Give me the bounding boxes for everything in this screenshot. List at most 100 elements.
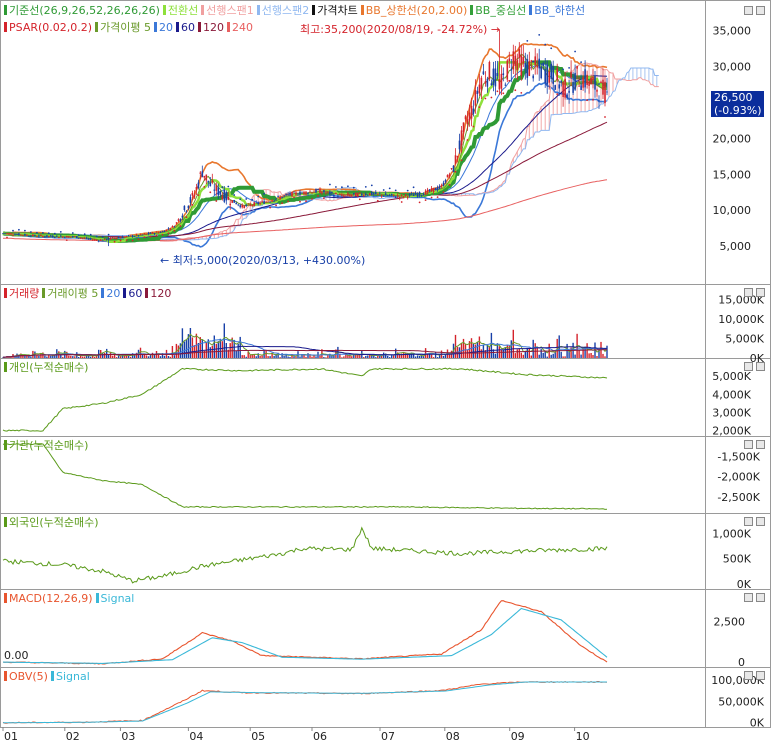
volume-bar <box>424 348 427 358</box>
psar-dot <box>149 235 152 238</box>
panel-maximize-button[interactable] <box>744 6 753 15</box>
candle-body <box>219 191 222 195</box>
candle-body <box>76 236 78 238</box>
candle-body <box>239 205 241 208</box>
chart-canvas[interactable]: 5,00010,00015,00020,00025,00030,00035,00… <box>0 0 771 745</box>
candle-body <box>456 155 459 158</box>
psar-dot <box>508 79 511 82</box>
candle-body <box>207 180 210 183</box>
psar-dot <box>592 99 594 101</box>
volume-bar <box>409 354 411 358</box>
volume-bar <box>323 357 325 358</box>
individual-maximize-button[interactable] <box>744 362 753 371</box>
obv-line <box>2 680 608 724</box>
psar-dot <box>490 96 493 99</box>
foreign-maximize-button[interactable] <box>744 517 753 526</box>
candle-body <box>34 234 36 236</box>
candle-body <box>309 191 311 193</box>
candle-body <box>363 195 365 197</box>
obv-close-button[interactable] <box>756 671 765 680</box>
candle-body <box>359 192 361 194</box>
candle-body <box>311 192 313 194</box>
candle-body <box>355 192 357 197</box>
candle-body <box>542 63 544 66</box>
psar-dot <box>418 201 421 204</box>
psar-dot <box>472 125 475 128</box>
volume-bar <box>167 356 170 358</box>
volume-bar <box>289 357 291 358</box>
institution-close-button[interactable] <box>756 440 765 449</box>
candle-body <box>406 196 409 198</box>
panel-close-button[interactable] <box>756 6 765 15</box>
psar-dot <box>263 193 265 195</box>
psar-dot <box>36 231 38 234</box>
candle-body <box>538 58 540 69</box>
volume-bar <box>245 356 247 358</box>
volume-maximize-button[interactable] <box>744 288 753 297</box>
volume-legend-item-marker <box>42 288 46 298</box>
x-tick-label: 07 <box>381 730 395 743</box>
volume-bar <box>546 356 548 358</box>
candle-body <box>351 195 353 196</box>
candle-body <box>81 237 84 239</box>
psar-dot <box>30 231 32 233</box>
candle-body <box>87 238 90 240</box>
psar-dot <box>550 47 553 50</box>
candle-body <box>337 195 339 197</box>
volume-bar <box>78 357 80 358</box>
candle-body <box>119 237 122 239</box>
candle-body <box>548 71 550 83</box>
individual-close-button[interactable] <box>756 362 765 371</box>
candle-body <box>283 195 285 197</box>
candle-body <box>83 237 86 239</box>
candle-body <box>536 65 538 68</box>
volume-bar <box>104 353 106 358</box>
volume-bar <box>448 354 451 358</box>
psar-dot <box>245 198 248 200</box>
volume-bar <box>159 356 162 358</box>
candle-body <box>189 197 192 203</box>
candle-body <box>420 194 423 196</box>
volume-bar <box>596 356 598 358</box>
volume-bar <box>102 353 104 358</box>
individual-y-tick: 2,000K <box>712 425 751 438</box>
candle-body <box>169 228 172 230</box>
candle-body <box>12 234 14 236</box>
volume-bar <box>177 345 180 358</box>
candle-body <box>36 236 38 238</box>
volume-bar <box>44 355 46 358</box>
candle-body <box>267 201 269 203</box>
psar-dot <box>281 202 283 205</box>
candle-body <box>14 234 16 236</box>
candle-body <box>195 187 198 190</box>
candle-body <box>486 78 489 87</box>
price-legend-row1: 기준선(26,9,26,52,26,26,26) 전환선 선행스팬1 선행스팬2 가격차… <box>4 4 588 18</box>
psar-dot <box>382 189 385 191</box>
psar-dot <box>293 196 295 199</box>
foreign-close-button[interactable] <box>756 517 765 526</box>
candle-body <box>101 239 104 241</box>
volume-bar <box>307 353 309 358</box>
volume-close-button[interactable] <box>756 288 765 297</box>
volume-legend-item-label: 120 <box>150 287 172 300</box>
candle-body <box>544 69 546 83</box>
macd-maximize-button[interactable] <box>744 593 753 602</box>
obv-signal-line <box>3 681 607 724</box>
obv-maximize-button[interactable] <box>744 671 753 680</box>
candle-body <box>187 205 190 209</box>
volume-bar <box>550 354 552 358</box>
legend-item-marker <box>201 5 205 15</box>
x-tick-label: 06 <box>313 730 327 743</box>
macd-close-button[interactable] <box>756 593 765 602</box>
psar-dot <box>42 232 44 234</box>
candle-body <box>249 204 251 206</box>
candle-body <box>482 71 485 75</box>
institution-maximize-button[interactable] <box>744 440 753 449</box>
candle-body <box>271 200 273 202</box>
leading-span1-line <box>54 62 659 242</box>
psar-dot <box>460 159 463 162</box>
volume-bar <box>389 357 391 358</box>
candle-body <box>323 190 325 193</box>
volume-bar <box>516 349 518 358</box>
candle-body <box>259 202 261 204</box>
